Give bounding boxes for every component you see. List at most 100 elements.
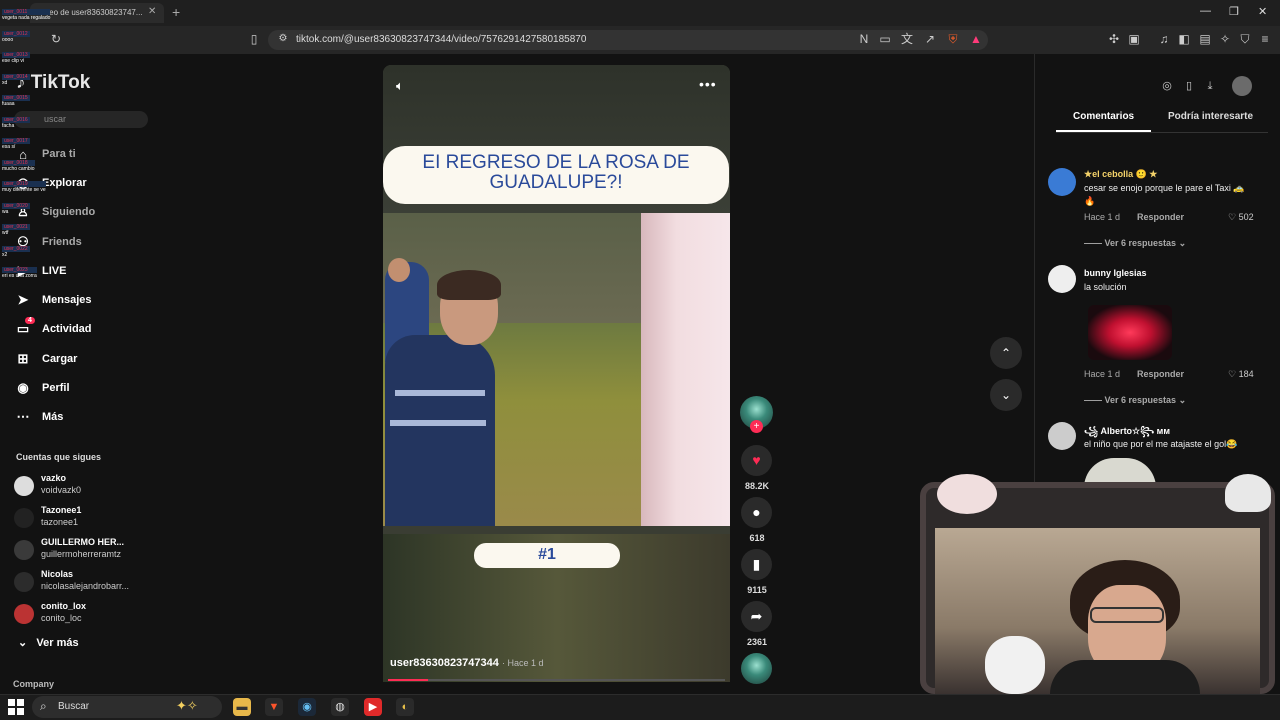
chat-message: user_0017 esa sí — [2, 138, 30, 150]
brave-rewards-icon[interactable]: ▲ — [968, 31, 984, 47]
download-icon[interactable]: ⤓ — [1202, 78, 1218, 94]
brave-icon[interactable]: ▼ — [265, 698, 283, 716]
avatar — [14, 572, 34, 592]
like-count: 88.2K — [744, 481, 770, 491]
view-replies-button[interactable]: —— Ver 6 respuestas ⌄ — [1084, 238, 1186, 249]
tab-comments[interactable]: Comentarios — [1073, 111, 1134, 122]
device-icon[interactable]: ▯ — [1181, 78, 1197, 94]
translate-icon[interactable]: 文 — [899, 31, 915, 47]
share-button[interactable]: ➦ — [741, 601, 772, 632]
send-icon: ➤ — [17, 292, 29, 307]
sidebar-item-mas[interactable]: ⋯ Más — [14, 405, 64, 429]
comment-text: la solución — [1084, 282, 1127, 292]
previous-video-button[interactable]: ⌃ — [990, 337, 1022, 369]
next-video-button[interactable]: ⌄ — [990, 379, 1022, 411]
site-info-icon[interactable]: ⚙ — [275, 31, 291, 47]
chat-message: user_0011 vegeta nada regalado — [2, 9, 51, 21]
avatar[interactable] — [1048, 422, 1076, 450]
account-name: vazko — [41, 473, 67, 483]
avatar — [14, 604, 34, 624]
view-replies-button[interactable]: —— Ver 6 respuestas ⌄ — [1084, 395, 1186, 406]
company-link[interactable]: Company — [13, 679, 54, 689]
chat-message: user_0013 ese clip vi — [2, 52, 30, 64]
heart-outline-icon: ♡ — [1228, 212, 1237, 222]
comment-like-button[interactable]: ♡ 184 — [1228, 369, 1254, 380]
sparkle-icon: ✦✧ — [176, 698, 198, 713]
user-avatar[interactable] — [1232, 76, 1252, 96]
reply-button[interactable]: Responder — [1137, 369, 1184, 379]
comment-text: cesar se enojo porque le pare el Taxi 🚕 — [1084, 183, 1245, 193]
screen-icon[interactable]: ▭ — [877, 31, 893, 47]
tab-interest[interactable]: Podría interesarte — [1168, 111, 1253, 122]
sidebar-item-cargar[interactable]: ⊞ Cargar — [14, 347, 78, 371]
new-tab-icon[interactable]: + — [172, 4, 180, 20]
chat-message: user_0019 muy diferente se ve — [2, 181, 46, 193]
brave-shield-icon[interactable]: ⛨ — [945, 31, 961, 47]
main-player — [385, 335, 495, 526]
chat-username: user_0012 — [2, 30, 30, 37]
close-window-icon[interactable]: ✕ — [1258, 5, 1267, 18]
chat-text: wa — [2, 208, 9, 215]
url-text[interactable]: tiktok.com/@user83630823747344/video/757… — [296, 34, 586, 45]
comment-count: 618 — [749, 533, 765, 543]
file-explorer-icon[interactable]: ▬ — [233, 698, 251, 716]
view-replies-label: Ver 6 respuestas — [1104, 238, 1177, 248]
video-author[interactable]: user83630823747344 · Hace 1 d — [390, 657, 543, 669]
sidebar-item-perfil[interactable]: ◉ Perfil — [14, 376, 69, 400]
chat-message: user_0021 wtf — [2, 224, 30, 236]
reply-button[interactable]: Responder — [1137, 212, 1184, 222]
wallet-icon[interactable]: ▤ — [1197, 31, 1213, 47]
see-more-button[interactable]: ⌄ Ver más — [18, 636, 79, 649]
leo-icon[interactable]: ✧ — [1217, 31, 1233, 47]
app-icon[interactable]: ▶ — [364, 698, 382, 716]
windows-start-icon[interactable] — [8, 699, 24, 715]
chevron-down-icon: ⌄ — [18, 637, 28, 649]
view-replies-label: Ver 6 respuestas — [1104, 395, 1177, 405]
post-time: · Hace 1 d — [501, 658, 544, 668]
activity-badge: 4 — [25, 317, 35, 324]
comment-author[interactable]: bunny Iglesias — [1084, 268, 1147, 278]
maximize-icon[interactable]: ❐ — [1229, 5, 1239, 18]
sound-avatar[interactable] — [741, 653, 772, 684]
avatar[interactable] — [1048, 265, 1076, 293]
translate-off-icon[interactable]: N — [856, 31, 872, 47]
chat-text: fachа — [2, 122, 15, 129]
coin-icon[interactable]: ◎ — [1159, 78, 1175, 94]
video-progress-bar[interactable] — [388, 679, 725, 681]
sidebar-item-mensajes[interactable]: ➤ Mensajes — [14, 288, 92, 312]
comment-sticker[interactable] — [1088, 305, 1172, 360]
menu-icon[interactable]: ≡ — [1257, 31, 1273, 47]
avatar[interactable] — [1048, 168, 1076, 196]
follow-plus-icon[interactable]: + — [750, 420, 763, 433]
chat-message: user_0020 wa — [2, 202, 30, 215]
sidebar-item-label: Más — [42, 411, 64, 423]
comment-author[interactable]: ★el cebolla 🙂 ★ — [1084, 169, 1157, 180]
save-button[interactable]: ▮ — [741, 549, 772, 580]
app-icon-2[interactable]: ◐ — [396, 698, 414, 716]
minimize-icon[interactable]: — — [1200, 5, 1211, 17]
close-tab-icon[interactable]: ✕ — [148, 6, 156, 17]
like-button[interactable]: ♥ — [741, 445, 772, 476]
comment-text: el niño que por el me atajaste el gol😂 — [1084, 439, 1238, 449]
chat-message: user_0018 mucho cambio — [2, 159, 35, 172]
vpn-icon[interactable]: ⛉ — [1237, 31, 1253, 47]
more-options-icon[interactable]: ••• — [699, 76, 717, 92]
share-icon[interactable]: ↗ — [922, 31, 938, 47]
sidebar-toggle-icon[interactable]: ◧ — [1176, 31, 1192, 47]
chat-username: user_0022 — [2, 245, 30, 252]
tab-search-icon[interactable]: ▣ — [1126, 31, 1142, 47]
bookmark-icon[interactable]: ▯ — [246, 31, 262, 47]
comment-button[interactable]: ● — [741, 497, 772, 528]
volume-icon[interactable]: 🔈︎ — [396, 78, 404, 94]
media-icon[interactable]: ♫ — [1156, 31, 1172, 47]
obs-icon[interactable]: ◍ — [331, 698, 349, 716]
comment-like-count: 184 — [1238, 369, 1254, 379]
video-title-line: EI REGRESO DE LA ROSA DE — [422, 152, 690, 173]
steam-icon[interactable]: ◉ — [298, 698, 316, 716]
comment-like-button[interactable]: ♡ 502 — [1228, 212, 1254, 223]
jersey-stripe — [390, 420, 486, 426]
sidebar-item-actividad[interactable]: ▭ 4 Actividad — [14, 317, 92, 341]
frame-decoration — [937, 474, 997, 514]
extensions-icon[interactable]: ✣ — [1106, 31, 1122, 47]
chat-text: fuaaa — [2, 101, 15, 107]
